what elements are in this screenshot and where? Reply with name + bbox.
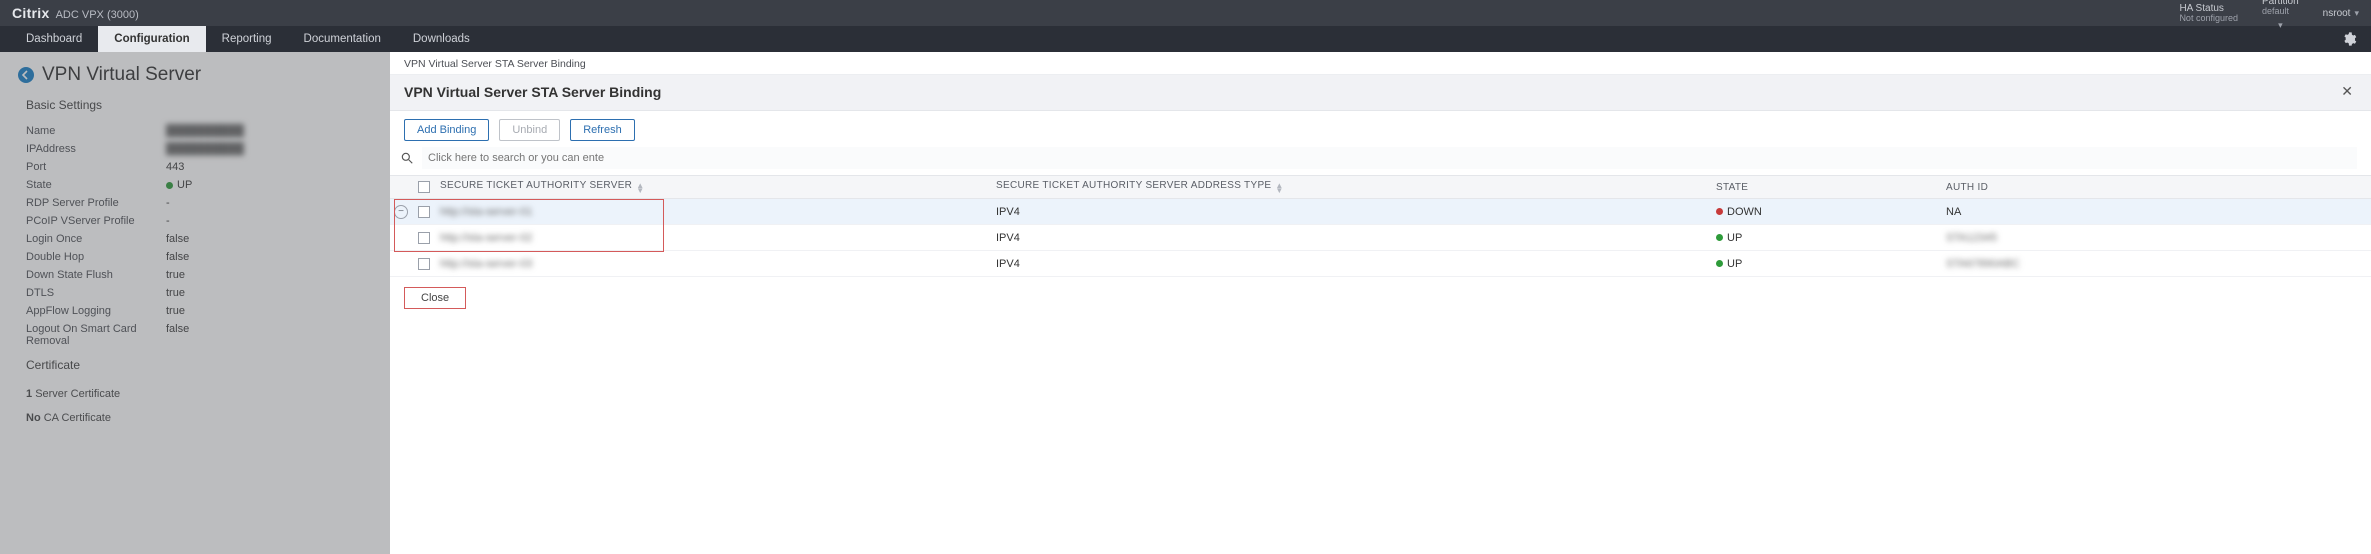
cell-auth-id: NA xyxy=(1946,206,2371,218)
partition-value: default xyxy=(2262,7,2289,17)
user-name: nsroot xyxy=(2323,8,2351,19)
select-all-checkbox[interactable] xyxy=(418,181,430,193)
ha-status[interactable]: HA Status Not configured xyxy=(2179,3,2238,24)
table-row[interactable]: − http://sta-server-01 IPV4 DOWN NA xyxy=(390,199,2371,225)
table-row[interactable]: http://sta-server-02 IPV4 UP STA12345 xyxy=(390,225,2371,251)
brand-name: Citrix xyxy=(12,5,50,21)
menu-documentation[interactable]: Documentation xyxy=(288,26,397,52)
col-header-sta[interactable]: SECURE TICKET AUTHORITY SERVER▲▼ xyxy=(436,180,996,194)
cell-sta-server: http://sta-server-03 xyxy=(436,258,996,270)
cell-address-type: IPV4 xyxy=(996,258,1716,270)
table-header: SECURE TICKET AUTHORITY SERVER▲▼ SECURE … xyxy=(390,175,2371,199)
menu-dashboard[interactable]: Dashboard xyxy=(10,26,98,52)
cell-state: UP xyxy=(1716,258,1946,270)
col-header-auth[interactable]: AUTH ID xyxy=(1946,182,2371,193)
gear-icon[interactable] xyxy=(2327,26,2371,52)
cell-address-type: IPV4 xyxy=(996,206,1716,218)
row-checkbox[interactable] xyxy=(418,232,430,244)
chevron-down-icon: ▾ xyxy=(2354,8,2359,19)
search-icon[interactable] xyxy=(398,149,416,167)
brand-product: ADC VPX (3000) xyxy=(56,9,139,21)
cell-address-type: IPV4 xyxy=(996,232,1716,244)
col-header-type[interactable]: SECURE TICKET AUTHORITY SERVER ADDRESS T… xyxy=(996,180,1716,194)
sta-binding-modal: VPN Virtual Server STA Server Binding VP… xyxy=(390,52,2371,554)
action-toolbar: Add Binding Unbind Refresh xyxy=(390,111,2371,147)
refresh-button[interactable]: Refresh xyxy=(570,119,635,141)
close-icon[interactable]: ✕ xyxy=(2337,81,2357,102)
status-dot-icon xyxy=(1716,260,1723,267)
search-row xyxy=(390,147,2371,175)
sta-table: SECURE TICKET AUTHORITY SERVER▲▼ SECURE … xyxy=(390,175,2371,277)
add-binding-button[interactable]: Add Binding xyxy=(404,119,489,141)
search-input[interactable] xyxy=(422,147,2357,169)
breadcrumb: VPN Virtual Server STA Server Binding xyxy=(390,52,2371,75)
expand-icon[interactable]: − xyxy=(394,205,408,219)
cell-auth-id: STA67890ABC xyxy=(1946,258,2371,270)
modal-backdrop xyxy=(0,52,390,554)
col-header-state[interactable]: STATE xyxy=(1716,182,1946,193)
status-dot-icon xyxy=(1716,234,1723,241)
ha-status-value: Not configured xyxy=(2179,14,2238,24)
cell-sta-server: http://sta-server-01 xyxy=(436,206,996,218)
close-button[interactable]: Close xyxy=(404,287,466,309)
user-menu[interactable]: nsroot ▾ xyxy=(2323,8,2359,19)
brand: Citrix ADC VPX (3000) xyxy=(12,5,139,21)
menu-reporting[interactable]: Reporting xyxy=(206,26,288,52)
main-menubar: Dashboard Configuration Reporting Docume… xyxy=(0,26,2371,52)
brand-bar: Citrix ADC VPX (3000) HA Status Not conf… xyxy=(0,0,2371,26)
ha-status-label: HA Status xyxy=(2179,3,2223,14)
modal-title: VPN Virtual Server STA Server Binding xyxy=(404,84,661,100)
chevron-down-icon: ▾ xyxy=(2278,21,2283,31)
cell-state: DOWN xyxy=(1716,206,1946,218)
cell-state: UP xyxy=(1716,232,1946,244)
row-checkbox[interactable] xyxy=(418,206,430,218)
table-row[interactable]: http://sta-server-03 IPV4 UP STA67890ABC xyxy=(390,251,2371,277)
cell-sta-server: http://sta-server-02 xyxy=(436,232,996,244)
cell-auth-id: STA12345 xyxy=(1946,232,2371,244)
menu-configuration[interactable]: Configuration xyxy=(98,26,205,52)
row-checkbox[interactable] xyxy=(418,258,430,270)
unbind-button: Unbind xyxy=(499,119,560,141)
partition-selector[interactable]: Partition default ▾ xyxy=(2262,0,2299,30)
status-dot-icon xyxy=(1716,208,1723,215)
menu-downloads[interactable]: Downloads xyxy=(397,26,486,52)
